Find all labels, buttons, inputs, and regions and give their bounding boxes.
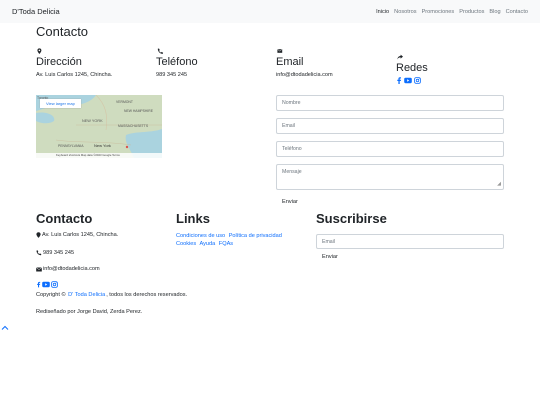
envelope-icon xyxy=(36,266,42,271)
message-textarea[interactable]: Mensaje ◢ xyxy=(276,164,504,190)
social-icons xyxy=(396,77,428,84)
envelope-icon xyxy=(277,49,283,53)
map-label-new-york-city: New York xyxy=(94,143,111,148)
credit: Rediseñado por Jorge David, Zerda Perez. xyxy=(36,309,142,315)
copyright-link[interactable]: D' Toda Delicia xyxy=(68,292,105,298)
nav-link-inicio[interactable]: Inicio xyxy=(376,9,389,15)
map-footer: Keyboard shortcuts Map data ©2023 Google… xyxy=(36,153,162,158)
google-map[interactable]: VERMONT NEW HAMPSHIRE NEW YORK MASSACHUS… xyxy=(36,95,162,158)
footer-links: Condiciones de uso Política de privacida… xyxy=(176,232,306,248)
instagram-icon[interactable] xyxy=(51,281,58,288)
credit-text: Rediseñado por Jorge David, Zerda Perez. xyxy=(36,309,143,315)
copyright-prefix: Copyright © xyxy=(36,292,68,298)
footer-links-heading: Links xyxy=(176,211,210,226)
share-icon xyxy=(397,54,403,60)
nav-link-productos[interactable]: Productos xyxy=(459,9,484,15)
subscribe-email-input[interactable]: Email xyxy=(316,234,504,249)
copyright: Copyright © D' Toda Delicia , todos los … xyxy=(36,292,187,298)
message-placeholder: Mensaje xyxy=(282,169,302,175)
phone-icon xyxy=(36,250,42,256)
footer-email: info@dtodadelicia.com xyxy=(36,266,100,272)
copyright-suffix: , todos los derechos reservados. xyxy=(106,292,188,298)
map-label-massachusetts: MASSACHUSETTS xyxy=(118,124,149,128)
map-marker-icon xyxy=(36,232,41,238)
email-input[interactable]: Email xyxy=(276,118,504,134)
footer-address-text: Av. Luis Carlos 1245, Chincha. xyxy=(42,232,119,238)
nav-links: Inicio Nosotros Promociones Productos Bl… xyxy=(376,9,528,15)
instagram-icon[interactable] xyxy=(414,77,421,84)
subscribe-button[interactable]: Enviar xyxy=(322,254,338,260)
social-block: Redes xyxy=(396,54,428,84)
social-title: Redes xyxy=(396,62,428,74)
phone-value: 989 345 245 xyxy=(156,72,188,78)
youtube-icon[interactable] xyxy=(42,281,50,288)
nav-link-blog[interactable]: Blog xyxy=(489,9,500,15)
brand-logo[interactable]: D'Toda Delicia xyxy=(12,7,60,16)
navbar: D'Toda Delicia Inicio Nosotros Promocion… xyxy=(0,0,540,23)
map-marker-icon xyxy=(37,48,42,54)
footer-phone-text: 989 345 245 xyxy=(43,250,75,256)
address-title: Dirección xyxy=(36,56,82,68)
map-label-new-york-state: NEW YORK xyxy=(82,119,103,123)
email-title: Email xyxy=(276,56,304,68)
footer-email-text: info@dtodadelicia.com xyxy=(43,266,100,272)
footer-contact-heading: Contacto xyxy=(36,211,93,226)
contact-form: Nombre Email Teléfono Mensaje ◢ Enviar xyxy=(276,95,504,205)
map-label-vermont: VERMONT xyxy=(116,100,133,104)
footer-social-icons xyxy=(36,281,58,288)
view-larger-map-button[interactable]: View larger map xyxy=(40,99,81,108)
link-ayuda[interactable]: Ayuda xyxy=(199,241,215,247)
chevron-up-icon[interactable] xyxy=(1,325,9,331)
nav-link-contacto[interactable]: Contacto xyxy=(506,9,528,15)
link-cookies[interactable]: Cookies xyxy=(176,241,196,247)
youtube-icon[interactable] xyxy=(404,77,412,84)
name-input[interactable]: Nombre xyxy=(276,95,504,111)
email-value: info@dtodadelicia.com xyxy=(276,72,333,78)
address-block: Dirección Av. Luis Carlos 1245, Chincha. xyxy=(36,48,112,78)
phone-input[interactable]: Teléfono xyxy=(276,141,504,157)
footer-subscribe-heading: Suscribirse xyxy=(316,211,387,226)
facebook-icon[interactable] xyxy=(36,281,41,288)
email-block: Email info@dtodadelicia.com xyxy=(276,48,333,78)
footer-address: Av. Luis Carlos 1245, Chincha. xyxy=(36,232,118,238)
phone-title: Teléfono xyxy=(156,56,198,68)
footer-phone: 989 345 245 xyxy=(36,250,74,256)
address-value: Av. Luis Carlos 1245, Chincha. xyxy=(36,72,113,78)
link-fqas[interactable]: FQAs xyxy=(219,241,233,247)
nav-link-promociones[interactable]: Promociones xyxy=(422,9,455,15)
link-condiciones[interactable]: Condiciones de uso xyxy=(176,233,225,239)
send-button[interactable]: Enviar xyxy=(282,199,298,205)
phone-icon xyxy=(157,48,164,54)
map-label-new-hampshire: NEW HAMPSHIRE xyxy=(124,109,154,113)
link-privacidad[interactable]: Política de privacidad xyxy=(229,233,282,239)
page-title: Contacto xyxy=(36,24,89,39)
nav-link-nosotros[interactable]: Nosotros xyxy=(394,9,416,15)
facebook-icon[interactable] xyxy=(396,77,402,84)
phone-block: Teléfono 989 345 245 xyxy=(156,48,198,78)
resize-handle-icon[interactable]: ◢ xyxy=(497,182,501,187)
map-label-pennsylvania: PENNSYLVANIA xyxy=(58,144,84,148)
